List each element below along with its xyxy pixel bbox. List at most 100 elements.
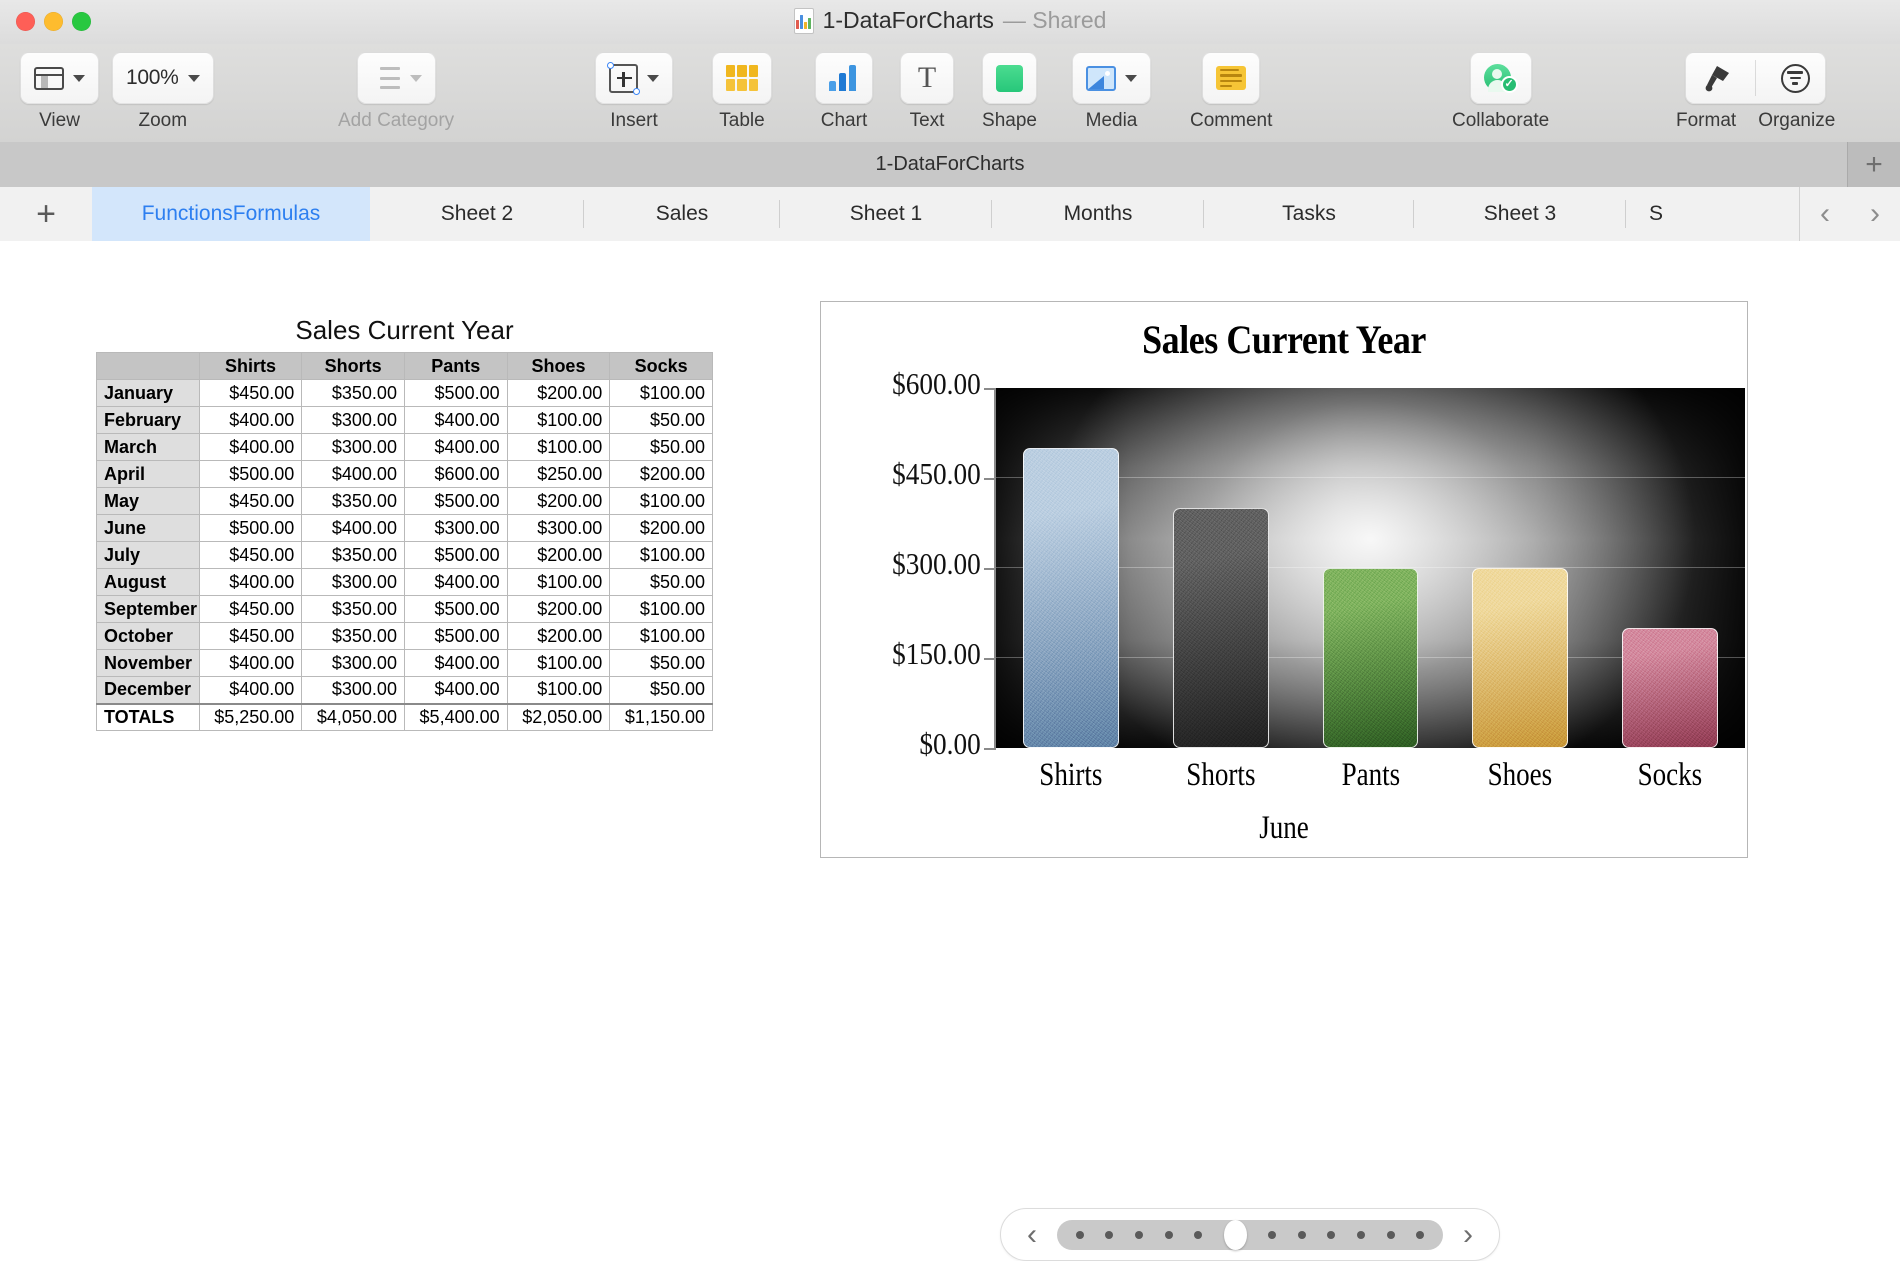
page-dot[interactable] [1327,1230,1336,1239]
table-cell[interactable]: $100.00 [506,406,611,434]
table-row[interactable]: August $400.00 $300.00 $400.00 $100.00 $50.00 [96,568,713,596]
sheet-tab-sheet-2[interactable]: Sheet 2 [370,187,584,241]
table-cell[interactable]: $200.00 [506,379,611,407]
toolbar-item-view[interactable]: View [20,52,99,132]
text-button[interactable]: T [900,52,954,104]
table-cell[interactable]: $400.00 [198,649,303,677]
chart-bar[interactable] [1022,448,1119,748]
sheet-tab-sheet-1[interactable]: Sheet 1 [780,187,992,241]
sheet-tab-months[interactable]: Months [992,187,1204,241]
toolbar-item-table[interactable]: Table [712,52,772,132]
table-cell[interactable]: $100.00 [506,649,611,677]
table-cell[interactable]: $400.00 [403,433,508,461]
toolbar-item-shape[interactable]: Shape [982,52,1037,132]
table-cell[interactable]: $300.00 [301,433,405,461]
add-sheet-button-right[interactable]: + [1847,142,1900,187]
table-row[interactable]: January $450.00 $350.00 $500.00 $200.00 $100.… [96,379,713,407]
table-cell[interactable]: $450.00 [198,595,303,623]
table-row[interactable]: September $450.00 $350.00 $500.00 $200.00 $10… [96,595,713,623]
table-cell[interactable]: $400.00 [403,676,508,704]
table-cell[interactable]: $400.00 [198,676,303,704]
table-cell[interactable]: $350.00 [301,595,405,623]
table-cell[interactable]: $50.00 [609,649,713,677]
page-dot[interactable] [1134,1230,1143,1239]
page-dot[interactable] [1386,1230,1395,1239]
toolbar-item-comment[interactable]: Comment [1190,52,1272,132]
table-cell[interactable]: $50.00 [609,568,713,596]
bar-chart-object[interactable]: Sales Current Year $0.00 $150.00 $300.00 $4… [820,301,1748,858]
table-cell[interactable]: $50.00 [609,433,713,461]
page-dot[interactable] [1416,1230,1425,1239]
toolbar-item-add-category[interactable]: Add Category [338,52,454,132]
view-button[interactable] [20,52,99,104]
table-row[interactable]: October $450.00 $350.00 $500.00 $200.00 $100.… [96,622,713,650]
toolbar-item-zoom[interactable]: 100% Zoom [112,52,214,132]
format-button[interactable] [1686,53,1746,103]
organize-button[interactable] [1765,53,1825,103]
table-cell[interactable]: $300.00 [301,676,405,704]
table-cell[interactable]: $200.00 [609,514,713,542]
table-cell[interactable]: $500.00 [198,514,303,542]
table-cell[interactable]: $400.00 [301,514,405,542]
table-cell[interactable]: $400.00 [198,433,303,461]
chart-bar[interactable] [1622,628,1719,748]
table-cell[interactable]: $50.00 [609,676,713,704]
page-dot[interactable] [1268,1230,1277,1239]
page-dot[interactable] [1194,1230,1203,1239]
table-cell[interactable]: $450.00 [198,487,303,515]
comment-button[interactable] [1202,52,1261,104]
table-cell[interactable]: $100.00 [609,487,713,515]
table-cell[interactable]: $100.00 [506,568,611,596]
table-cell[interactable]: $350.00 [301,487,405,515]
toolbar-item-text[interactable]: T Text [900,52,954,132]
add-sheet-button[interactable]: + [0,187,92,241]
sheet-page-navigator[interactable]: ‹ › [1000,1208,1500,1261]
table-cell[interactable]: $500.00 [403,487,508,515]
toolbar-item-chart[interactable]: Chart [815,52,873,132]
toolbar-item-collaborate[interactable]: ✓ Collaborate [1452,52,1549,132]
table-cell[interactable]: $350.00 [301,622,405,650]
table-row[interactable]: December $400.00 $300.00 $400.00 $100.00 $50.… [96,676,713,704]
table-row[interactable]: May $450.00 $350.00 $500.00 $200.00 $100.00 [96,487,713,515]
chart-bar[interactable] [1472,568,1569,748]
table-cell[interactable]: $600.00 [403,460,508,488]
table-row[interactable]: April $500.00 $400.00 $600.00 $250.00 $200.00 [96,460,713,488]
page-next-icon[interactable]: › [1451,1218,1485,1252]
sheet-tab-functionsformulas[interactable]: FunctionsFormulas [92,187,370,241]
sales-data-table[interactable]: Sales Current Year Shirts Shorts Pants S… [96,315,713,731]
table-cell[interactable]: $300.00 [403,514,508,542]
insert-button[interactable] [595,52,673,104]
table-cell[interactable]: $500.00 [198,460,303,488]
table-cell[interactable]: $450.00 [198,541,303,569]
page-dot[interactable] [1356,1230,1365,1239]
page-dot[interactable] [1164,1230,1173,1239]
collaborate-button[interactable]: ✓ [1469,52,1532,104]
table-cell[interactable]: $350.00 [301,541,405,569]
table-cell[interactable]: $400.00 [403,406,508,434]
table-cell[interactable]: $300.00 [301,649,405,677]
table-cell[interactable]: $200.00 [506,487,611,515]
table-cell[interactable]: $300.00 [506,514,611,542]
table-cell[interactable]: $200.00 [506,595,611,623]
page-dot[interactable] [1105,1230,1114,1239]
tab-scroll-left-icon[interactable]: ‹ [1820,197,1830,231]
chart-bar[interactable] [1322,568,1419,748]
table-cell[interactable]: $350.00 [301,379,405,407]
table-cell[interactable]: $450.00 [198,379,303,407]
table-cell[interactable]: $500.00 [403,541,508,569]
table-cell[interactable]: $100.00 [609,595,713,623]
page-dot[interactable] [1297,1230,1306,1239]
table-cell[interactable]: $500.00 [403,622,508,650]
table-cell[interactable]: $100.00 [609,622,713,650]
table-cell[interactable]: $200.00 [506,541,611,569]
page-dot[interactable] [1075,1230,1084,1239]
table-row[interactable]: November $400.00 $300.00 $400.00 $100.00 $50.… [96,649,713,677]
table-cell[interactable]: $250.00 [506,460,611,488]
table-cell[interactable]: $200.00 [506,622,611,650]
sales-table[interactable]: Shirts Shorts Pants Shoes Socks January $… [96,352,713,731]
toolbar-item-insert[interactable]: Insert [595,52,673,132]
table-cell[interactable]: $100.00 [506,433,611,461]
table-row[interactable]: February $400.00 $300.00 $400.00 $100.00 $50.… [96,406,713,434]
sheet-tab-sheet-3[interactable]: Sheet 3 [1414,187,1626,241]
page-dot-active[interactable] [1223,1219,1247,1250]
